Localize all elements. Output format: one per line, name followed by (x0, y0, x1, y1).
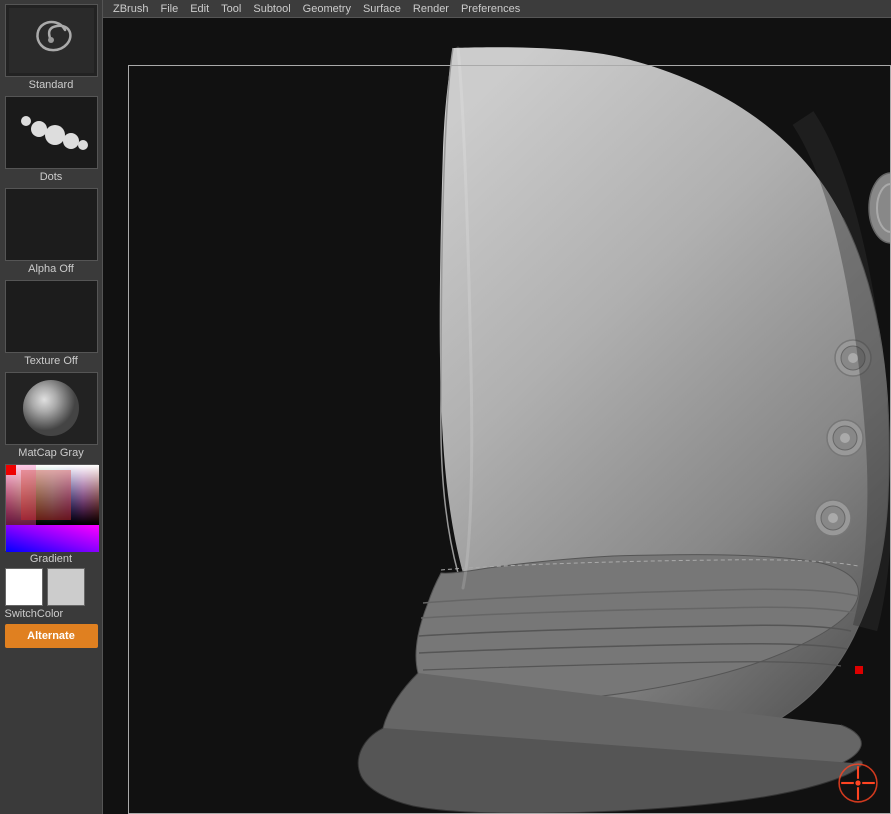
tool-matcap-preview (5, 372, 98, 445)
tool-alpha-off-label: Alpha Off (3, 261, 100, 278)
swatch-secondary[interactable] (47, 568, 85, 606)
menu-file[interactable]: File (154, 3, 184, 15)
tool-matcap-label: MatCap Gray (3, 445, 100, 462)
swatch-primary[interactable] (5, 568, 43, 606)
sidebar: Standard Dots Alpha Off (0, 0, 103, 814)
gradient-label: Gradient (30, 551, 72, 568)
tool-standard-preview (5, 4, 98, 77)
menu-surface[interactable]: Surface (357, 3, 407, 15)
tool-dots[interactable]: Dots (3, 96, 100, 186)
menu-render[interactable]: Render (407, 3, 455, 15)
menu-subtool[interactable]: Subtool (247, 3, 296, 15)
menu-geometry[interactable]: Geometry (297, 3, 357, 15)
menubar: ZBrush File Edit Tool Subtool Geometry S… (103, 0, 891, 18)
tool-dots-label: Dots (3, 169, 100, 186)
viewport: ZBrush File Edit Tool Subtool Geometry S… (103, 0, 891, 814)
tool-standard[interactable]: Standard (3, 4, 100, 94)
switch-color-row (5, 568, 98, 606)
switch-color-label: SwitchColor (5, 606, 98, 622)
menu-preferences[interactable]: Preferences (455, 3, 526, 15)
model-svg (103, 18, 891, 814)
alternate-button[interactable]: Alternate (5, 624, 98, 648)
tool-alpha-off-preview (5, 188, 98, 261)
tool-texture-off[interactable]: Texture Off (3, 280, 100, 370)
menu-tool[interactable]: Tool (215, 3, 247, 15)
canvas-area[interactable] (103, 18, 891, 814)
compass (837, 762, 879, 804)
tool-matcap-gray[interactable]: MatCap Gray (3, 372, 100, 462)
menu-zbrush[interactable]: ZBrush (107, 3, 154, 15)
tool-standard-label: Standard (3, 77, 100, 94)
color-indicator (6, 465, 16, 475)
tool-dots-preview (5, 96, 98, 169)
tool-texture-off-label: Texture Off (3, 353, 100, 370)
color-picker: Gradient SwitchColor Alternate (3, 464, 100, 648)
tool-alpha-off[interactable]: Alpha Off (3, 188, 100, 278)
tool-texture-off-preview (5, 280, 98, 353)
color-gradient[interactable] (5, 464, 98, 551)
menu-edit[interactable]: Edit (184, 3, 215, 15)
